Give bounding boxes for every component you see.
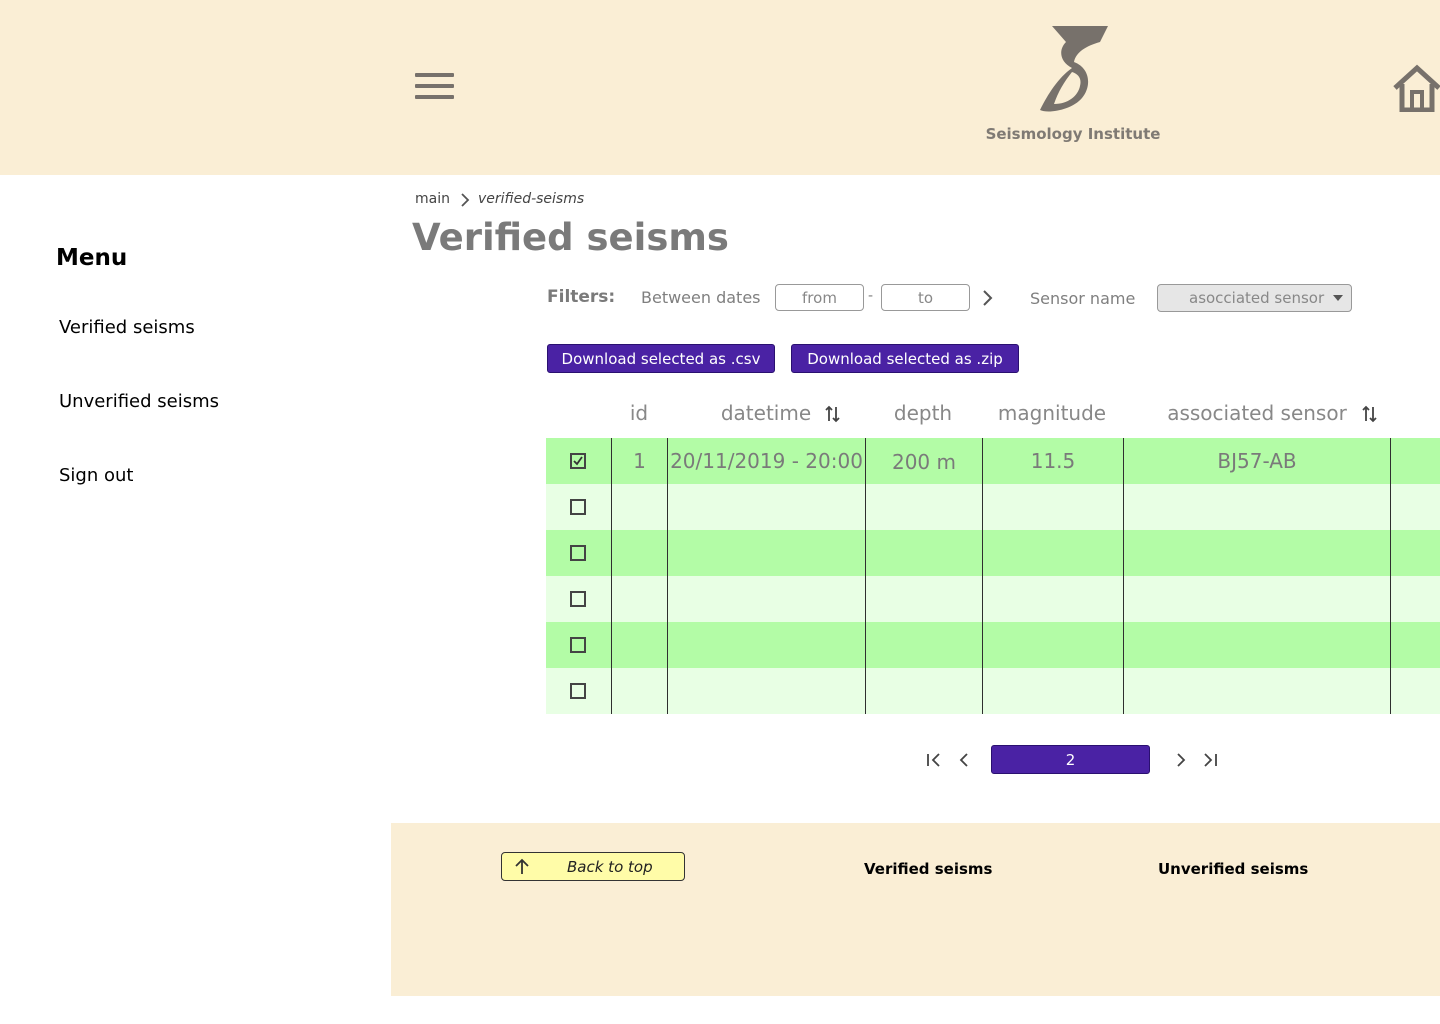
breadcrumb-main-link[interactable]: main xyxy=(415,191,450,207)
column-divider xyxy=(1390,438,1391,714)
sort-icon[interactable] xyxy=(824,405,842,423)
first-page-icon[interactable] xyxy=(925,752,943,768)
column-divider xyxy=(667,438,668,714)
sort-icon[interactable] xyxy=(1361,405,1379,423)
table-row xyxy=(546,622,1440,668)
footer-link-verified-seisms[interactable]: Verified seisms xyxy=(864,860,992,878)
previous-page-icon[interactable] xyxy=(956,752,974,768)
last-page-icon[interactable] xyxy=(1201,752,1219,768)
seismology-logo xyxy=(1040,26,1108,112)
table-row xyxy=(546,668,1440,714)
column-divider xyxy=(982,438,983,714)
breadcrumb-current: verified-seisms xyxy=(478,191,585,207)
date-range-dash: - xyxy=(868,288,874,304)
column-divider xyxy=(1123,438,1124,714)
sensor-name-label: Sensor name xyxy=(1030,289,1136,308)
sidebar-item-sign-out[interactable]: Sign out xyxy=(59,465,133,486)
brand-name: Seismology Institute xyxy=(985,125,1161,143)
header-bar xyxy=(0,0,1440,175)
sidebar-item-unverified-seisms[interactable]: Unverified seisms xyxy=(59,391,219,412)
arrow-up-icon xyxy=(515,858,529,874)
footer-link-unverified-seisms[interactable]: Unverified seisms xyxy=(1158,860,1308,878)
date-from-input[interactable]: from xyxy=(775,284,864,311)
table-row xyxy=(546,576,1440,622)
column-divider xyxy=(865,438,866,714)
cell-magnitude: 11.5 xyxy=(1030,449,1076,473)
row-checkbox[interactable] xyxy=(570,545,586,561)
chevron-right-icon[interactable] xyxy=(981,289,995,307)
page-number-input[interactable]: 2 xyxy=(991,745,1150,774)
column-header-associated-sensor: associated sensor xyxy=(1167,401,1347,425)
sensor-select-value: asocciated sensor xyxy=(1189,289,1325,307)
next-page-icon[interactable] xyxy=(1172,752,1190,768)
cell-depth: 200 m xyxy=(891,450,956,474)
cell-datetime: 20/11/2019 - 20:00 xyxy=(670,449,863,473)
sidebar-item-verified-seisms[interactable]: Verified seisms xyxy=(59,317,195,338)
column-header-datetime: datetime xyxy=(720,401,812,425)
footer xyxy=(391,823,1440,996)
column-divider xyxy=(611,438,612,714)
download-csv-button[interactable]: Download selected as .csv xyxy=(547,344,775,373)
row-checkbox[interactable] xyxy=(570,453,586,469)
row-checkbox[interactable] xyxy=(570,637,586,653)
between-dates-label: Between dates xyxy=(641,288,761,307)
column-header-id: id xyxy=(629,401,649,425)
sensor-select[interactable]: asocciated sensor xyxy=(1157,284,1352,312)
hamburger-menu-icon[interactable] xyxy=(415,73,455,101)
page-title: Verified seisms xyxy=(412,216,729,259)
back-to-top-label: Back to top xyxy=(567,858,653,876)
sidebar-title: Menu xyxy=(56,245,128,271)
download-zip-button[interactable]: Download selected as .zip xyxy=(791,344,1019,373)
row-checkbox[interactable] xyxy=(570,591,586,607)
date-to-input[interactable]: to xyxy=(881,284,970,311)
back-to-top-button[interactable]: Back to top xyxy=(501,852,685,881)
column-header-depth: depth xyxy=(893,401,953,425)
home-icon[interactable] xyxy=(1392,64,1440,112)
column-header-magnitude: magnitude xyxy=(997,401,1107,425)
cell-id: 1 xyxy=(633,449,646,473)
chevron-right-icon xyxy=(461,193,470,207)
row-checkbox[interactable] xyxy=(570,683,586,699)
caret-down-icon xyxy=(1333,295,1343,301)
table-row xyxy=(546,484,1440,530)
cell-associated-sensor: BJ57-AB xyxy=(1217,449,1297,473)
table-row xyxy=(546,530,1440,576)
checkmark-icon xyxy=(573,456,583,466)
filters-label: Filters: xyxy=(547,287,616,307)
row-checkbox[interactable] xyxy=(570,499,586,515)
